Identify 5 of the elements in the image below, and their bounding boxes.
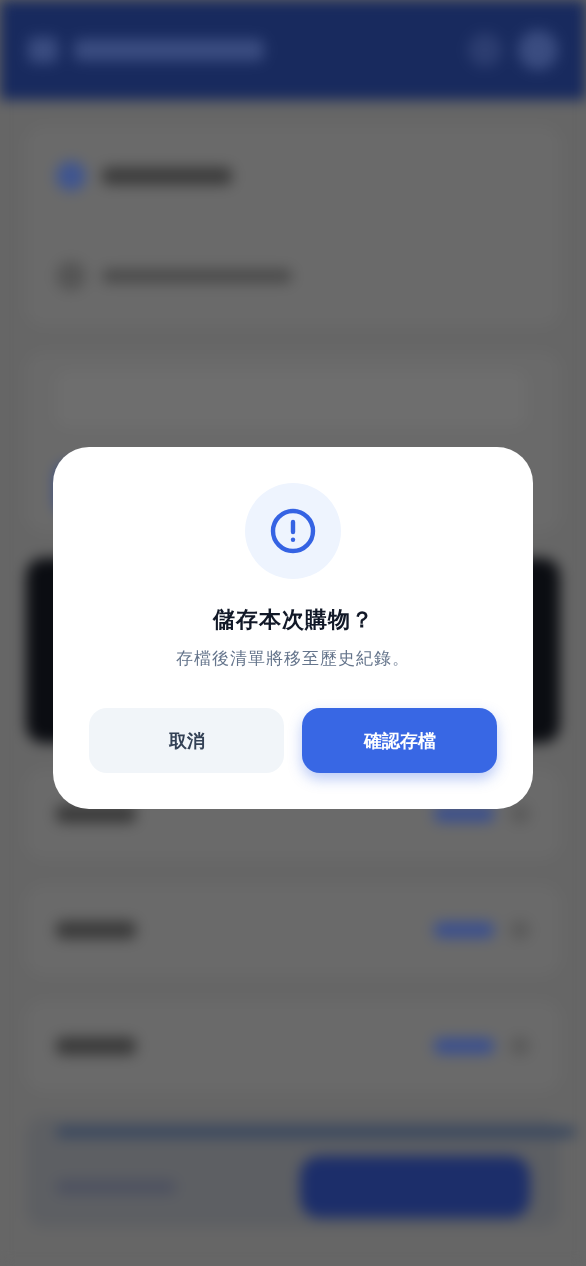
alert-circle-icon bbox=[269, 507, 317, 555]
dialog-title: 儲存本次購物？ bbox=[212, 606, 374, 634]
dialog-message: 存檔後清單將移至歷史紀錄。 bbox=[176, 647, 410, 670]
cancel-button[interactable]: 取消 bbox=[89, 708, 284, 773]
confirm-button[interactable]: 確認存檔 bbox=[302, 708, 497, 773]
